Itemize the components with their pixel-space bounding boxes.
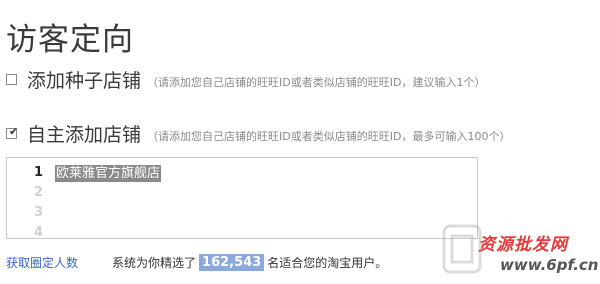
- result-text-after: 名适合您的淘宝用户。: [267, 256, 388, 270]
- custom-shops-checkbox[interactable]: ✔: [6, 125, 19, 139]
- watermark-url: www.6pf.cn: [500, 256, 599, 274]
- watermark-site-name: 资源批发网: [478, 235, 568, 255]
- line-number: 2: [33, 185, 43, 200]
- seed-shops-hint: （请添加您自己店铺的旺旺ID或者类似店铺的旺旺ID，建议输入1个）: [147, 75, 486, 89]
- line-number: 3: [33, 205, 43, 220]
- footer-bar: 获取圈定人数 系统为你精选了 162,543 名适合您的淘宝用户。: [6, 254, 387, 271]
- line-number: 4: [33, 225, 43, 239]
- option-seed-shops[interactable]: 添加种子店铺 （请添加您自己店铺的旺旺ID或者类似店铺的旺旺ID，建议输入1个）: [6, 66, 485, 93]
- line-number-gutter: 1 2 3 4: [7, 164, 45, 239]
- seed-shops-checkbox[interactable]: [6, 74, 17, 85]
- custom-shops-label: 自主添加店铺: [27, 124, 142, 146]
- audience-count: 162,543: [199, 254, 265, 271]
- visitor-targeting-panel: 访客定向 添加种子店铺 （请添加您自己店铺的旺旺ID或者类似店铺的旺旺ID，建议…: [0, 0, 600, 284]
- seed-shops-label: 添加种子店铺: [27, 70, 142, 92]
- result-text-before: 系统为你精选了: [112, 256, 197, 270]
- line-number: 1: [33, 165, 43, 180]
- custom-shops-hint: （请添加您自己店铺的旺旺ID或者类似店铺的旺旺ID，最多可输入100个）: [147, 129, 511, 143]
- option-custom-shops[interactable]: ✔ 自主添加店铺 （请添加您自己店铺的旺旺ID或者类似店铺的旺旺ID，最多可输入…: [6, 120, 510, 147]
- checkmark-icon: ✔: [9, 125, 19, 138]
- shop-id-editor[interactable]: 1 2 3 4 欧莱雅官方旗舰店: [6, 157, 478, 239]
- get-audience-count-link[interactable]: 获取圈定人数: [6, 254, 78, 271]
- editor-line-selected[interactable]: 欧莱雅官方旗舰店: [55, 165, 162, 182]
- page-title: 访客定向: [6, 22, 134, 58]
